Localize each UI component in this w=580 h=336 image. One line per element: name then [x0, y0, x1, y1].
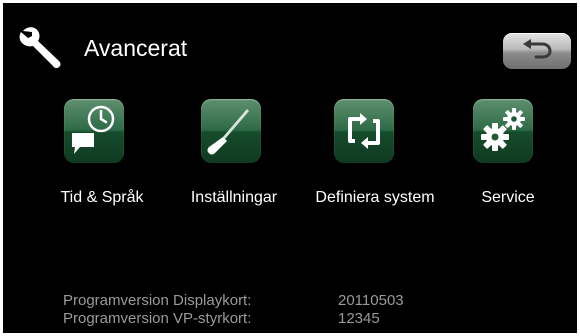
back-arrow-icon: [520, 38, 554, 65]
screwdriver-icon: [207, 109, 249, 155]
version-value: 12345: [338, 310, 380, 327]
back-button[interactable]: [503, 33, 571, 69]
gears-icon: [481, 108, 525, 151]
wrench-icon: [19, 25, 65, 69]
tile-installningar-button[interactable]: [201, 99, 261, 163]
tile-definiera-system-label: Definiera system: [315, 189, 435, 206]
version-value: 20110503: [338, 292, 404, 309]
version-row-vp-styrkort: Programversion VP-styrkort: 12345: [63, 310, 380, 328]
tile-tid-sprak-label: Tid & Språk: [60, 189, 144, 206]
version-label: Programversion Displaykort:: [63, 292, 252, 309]
tile-service-label: Service: [481, 189, 535, 206]
clock-speech-icon: [72, 105, 115, 154]
tile-tid-sprak-button[interactable]: [64, 99, 124, 163]
tile-definiera-system-button[interactable]: [334, 99, 394, 163]
screen: Avancerat Tid & Språk Inställningar Defi…: [0, 0, 580, 336]
tile-service-button[interactable]: [473, 99, 533, 163]
version-label: Programversion VP-styrkort:: [63, 310, 252, 327]
page-title: Avancerat: [84, 35, 188, 61]
version-row-displaykort: Programversion Displaykort: 20110503: [63, 292, 404, 310]
tile-installningar-label: Inställningar: [190, 189, 278, 206]
refresh-arrows-icon: [348, 113, 380, 149]
